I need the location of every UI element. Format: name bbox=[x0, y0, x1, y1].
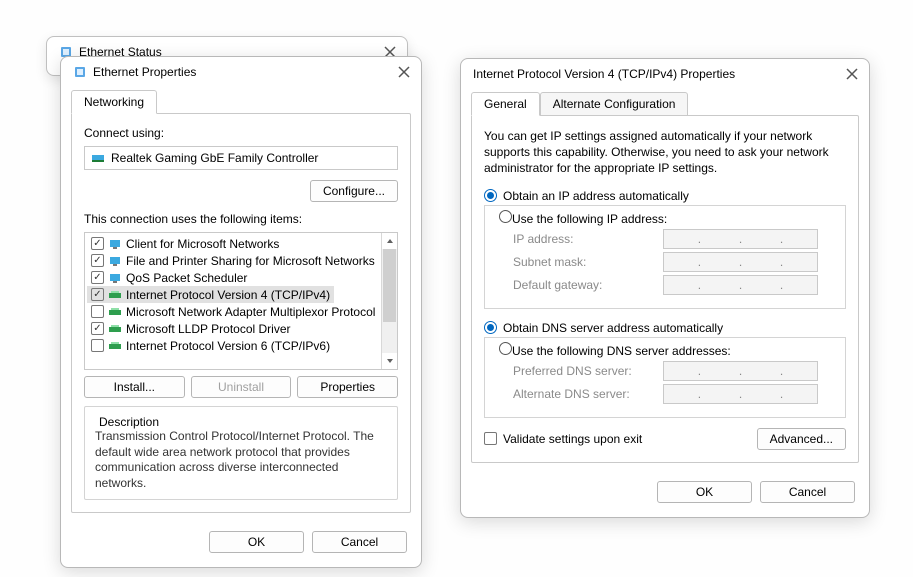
radio-dns-auto[interactable]: Obtain DNS server address automatically bbox=[484, 319, 846, 337]
install-button[interactable]: Install... bbox=[84, 376, 185, 398]
ipv4-properties-dialog: Internet Protocol Version 4 (TCP/IPv4) P… bbox=[460, 58, 870, 518]
item-checkbox[interactable] bbox=[91, 305, 104, 318]
scrollbar[interactable] bbox=[381, 233, 398, 369]
connect-using-label: Connect using: bbox=[84, 126, 398, 140]
ok-button[interactable]: OK bbox=[657, 481, 752, 503]
item-label: QoS Packet Scheduler bbox=[126, 271, 247, 285]
validate-checkbox[interactable]: Validate settings upon exit bbox=[484, 432, 642, 446]
radio-dns-manual[interactable]: Use the following DNS server addresses: bbox=[495, 342, 735, 358]
item-checkbox[interactable] bbox=[91, 271, 104, 284]
item-label: Microsoft LLDP Protocol Driver bbox=[126, 322, 291, 336]
close-icon[interactable] bbox=[397, 65, 411, 79]
ip-address-input: ... bbox=[663, 229, 818, 249]
item-checkbox[interactable] bbox=[91, 254, 104, 267]
share-icon bbox=[108, 254, 122, 268]
scroll-thumb[interactable] bbox=[383, 249, 396, 322]
item-checkbox[interactable] bbox=[91, 339, 104, 352]
item-label: Internet Protocol Version 6 (TCP/IPv6) bbox=[126, 339, 330, 353]
qos-icon bbox=[108, 271, 122, 285]
tab-networking[interactable]: Networking bbox=[71, 90, 157, 114]
radio-ip-manual[interactable]: Use the following IP address: bbox=[495, 210, 671, 226]
default-gateway-input: ... bbox=[663, 275, 818, 295]
configure-button[interactable]: Configure... bbox=[310, 180, 398, 202]
item-label: Internet Protocol Version 4 (TCP/IPv4) bbox=[126, 288, 330, 302]
client-icon bbox=[108, 237, 122, 251]
cancel-button[interactable]: Cancel bbox=[760, 481, 855, 503]
info-text: You can get IP settings assigned automat… bbox=[484, 128, 846, 177]
radio-ip-auto[interactable]: Obtain an IP address automatically bbox=[484, 187, 846, 205]
item-label: File and Printer Sharing for Microsoft N… bbox=[126, 254, 375, 268]
alternate-dns-input: ... bbox=[663, 384, 818, 404]
items-label: This connection uses the following items… bbox=[84, 212, 398, 226]
list-item[interactable]: QoS Packet Scheduler bbox=[87, 269, 380, 286]
subnet-mask-input: ... bbox=[663, 252, 818, 272]
protocol-icon bbox=[108, 322, 122, 336]
scroll-up-icon[interactable] bbox=[382, 233, 397, 249]
list-item[interactable]: File and Printer Sharing for Microsoft N… bbox=[87, 252, 380, 269]
description-label: Description bbox=[95, 415, 163, 429]
item-checkbox[interactable] bbox=[91, 237, 104, 250]
network-icon bbox=[73, 65, 87, 79]
ok-button[interactable]: OK bbox=[209, 531, 304, 553]
list-item[interactable]: Microsoft LLDP Protocol Driver bbox=[87, 320, 380, 337]
adapter-name: Realtek Gaming GbE Family Controller bbox=[111, 151, 318, 165]
subnet-mask-label: Subnet mask: bbox=[513, 255, 663, 269]
uninstall-button: Uninstall bbox=[191, 376, 292, 398]
properties-button[interactable]: Properties bbox=[297, 376, 398, 398]
protocol-icon bbox=[108, 339, 122, 353]
ip-address-label: IP address: bbox=[513, 232, 663, 246]
item-checkbox[interactable] bbox=[91, 288, 104, 301]
tab-alternate-config[interactable]: Alternate Configuration bbox=[540, 92, 689, 116]
item-label: Client for Microsoft Networks bbox=[126, 237, 279, 251]
list-item[interactable]: Internet Protocol Version 6 (TCP/IPv6) bbox=[87, 337, 380, 354]
protocol-icon bbox=[108, 288, 122, 302]
close-icon[interactable] bbox=[845, 67, 859, 81]
list-item[interactable]: Internet Protocol Version 4 (TCP/IPv4) bbox=[87, 286, 334, 303]
cancel-button[interactable]: Cancel bbox=[312, 531, 407, 553]
alternate-dns-label: Alternate DNS server: bbox=[513, 387, 663, 401]
item-checkbox[interactable] bbox=[91, 322, 104, 335]
item-label: Microsoft Network Adapter Multiplexor Pr… bbox=[126, 305, 375, 319]
description-text: Transmission Control Protocol/Internet P… bbox=[95, 429, 387, 491]
nic-icon bbox=[91, 151, 105, 165]
preferred-dns-label: Preferred DNS server: bbox=[513, 364, 663, 378]
window-title: Ethernet Properties bbox=[93, 65, 196, 79]
window-title: Internet Protocol Version 4 (TCP/IPv4) P… bbox=[473, 67, 735, 81]
list-item[interactable]: Microsoft Network Adapter Multiplexor Pr… bbox=[87, 303, 380, 320]
advanced-button[interactable]: Advanced... bbox=[757, 428, 846, 450]
default-gateway-label: Default gateway: bbox=[513, 278, 663, 292]
connection-items-list[interactable]: Client for Microsoft Networks File and Pr… bbox=[84, 232, 398, 370]
tab-general[interactable]: General bbox=[471, 92, 540, 116]
protocol-icon bbox=[108, 305, 122, 319]
scroll-down-icon[interactable] bbox=[382, 353, 397, 369]
adapter-box[interactable]: Realtek Gaming GbE Family Controller bbox=[84, 146, 398, 170]
list-item[interactable]: Client for Microsoft Networks bbox=[87, 235, 380, 252]
preferred-dns-input: ... bbox=[663, 361, 818, 381]
ethernet-properties-dialog: Ethernet Properties Networking Connect u… bbox=[60, 56, 422, 568]
